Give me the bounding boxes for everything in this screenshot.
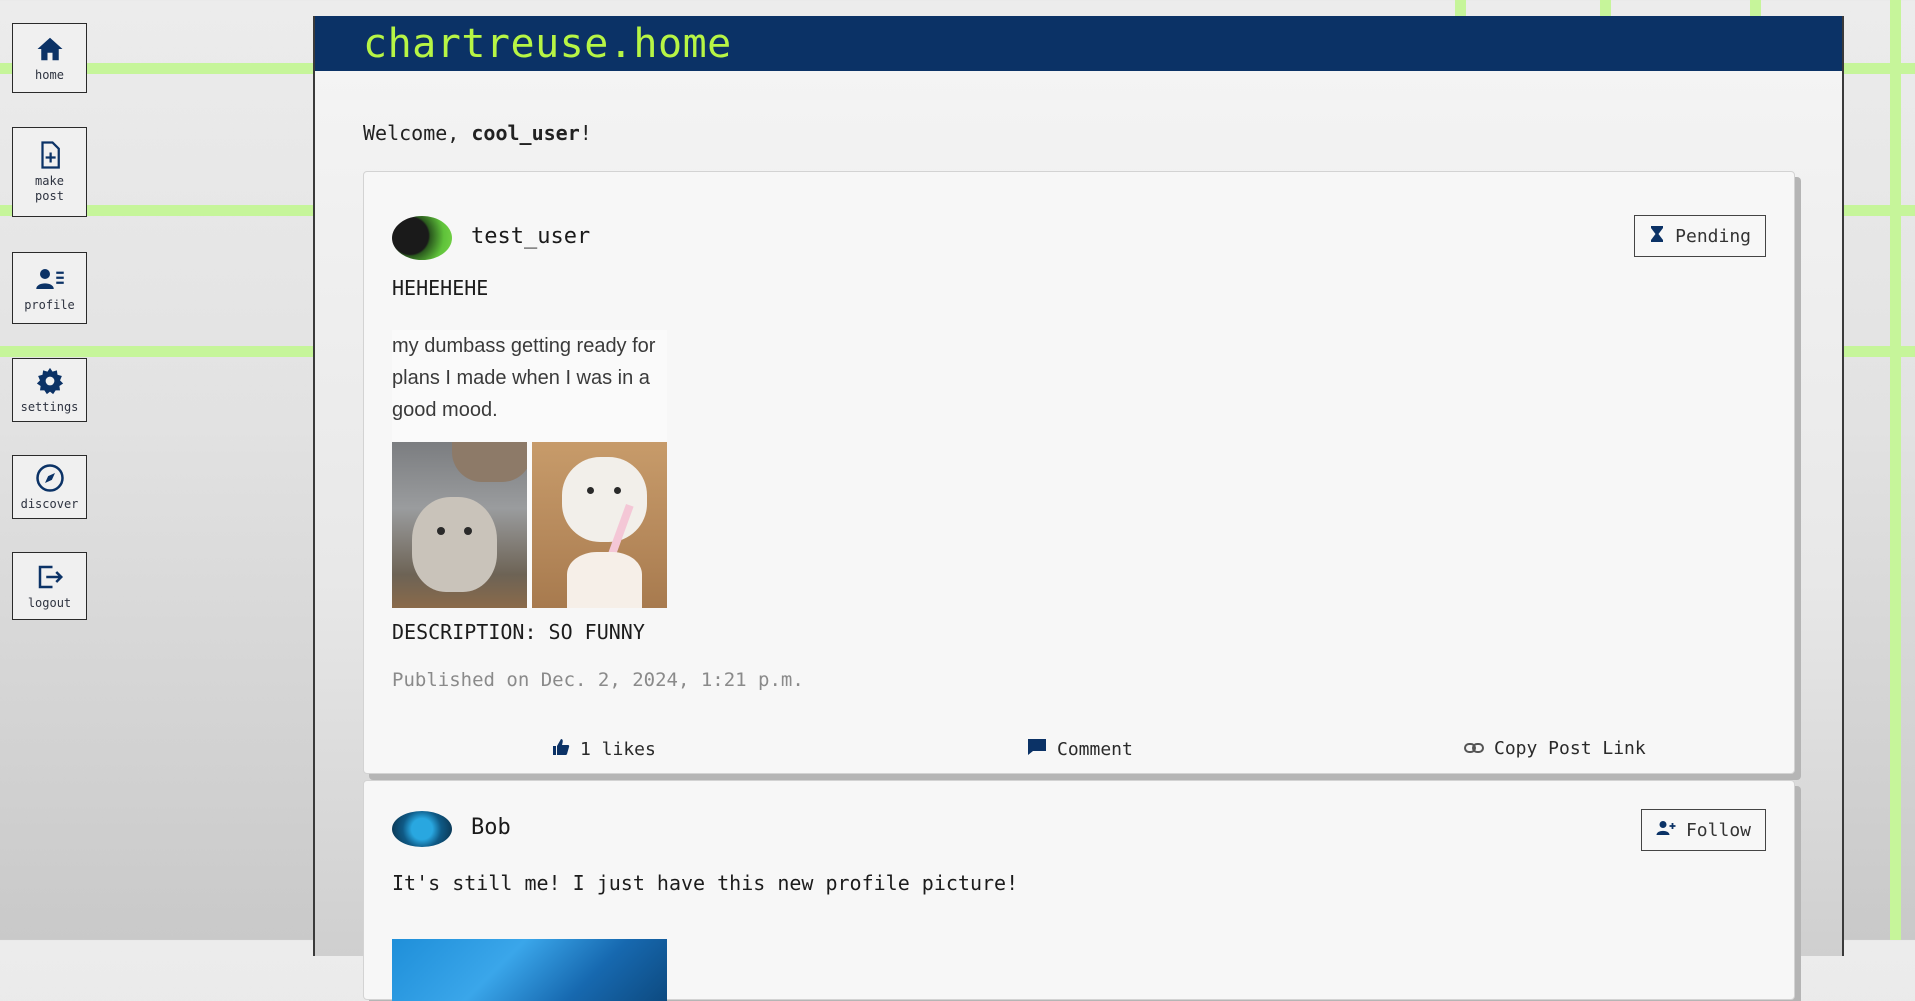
thumbs-up-icon <box>552 738 570 761</box>
nav-discover-button[interactable]: discover <box>12 455 87 519</box>
nav-home-button[interactable]: home <box>12 23 87 93</box>
main-content: chartreuse.home Welcome, cool_user! test… <box>313 16 1844 1001</box>
avatar[interactable] <box>392 811 452 847</box>
background-grid-line <box>1844 346 1915 357</box>
hourglass-icon <box>1649 225 1665 248</box>
post-description: DESCRIPTION: SO FUNNY <box>392 620 645 644</box>
nav-settings-button[interactable]: settings <box>12 358 87 422</box>
post-image[interactable] <box>392 939 667 1001</box>
background-grid-line <box>1455 0 1466 16</box>
comment-icon <box>1027 738 1047 761</box>
follow-label: Follow <box>1685 819 1751 841</box>
published-timestamp: Published on Dec. 2, 2024, 1:21 p.m. <box>392 669 804 691</box>
background-grid-line <box>1600 0 1611 16</box>
nav-label: logout <box>27 595 72 610</box>
avatar[interactable] <box>392 216 452 260</box>
welcome-message: Welcome, cool_user! <box>363 121 592 145</box>
meme-photo-cat-shower <box>392 442 527 608</box>
site-brand[interactable]: chartreuse.home <box>363 21 732 67</box>
logout-icon <box>35 562 65 596</box>
header-bar: chartreuse.home <box>315 16 1842 71</box>
gear-icon <box>35 366 65 400</box>
background-grid-line <box>1890 0 1901 940</box>
comment-button[interactable]: Comment <box>1027 738 1133 761</box>
file-plus-icon <box>35 140 65 174</box>
background-grid-line <box>1844 63 1915 74</box>
post-text: HEHEHEHE <box>392 276 489 300</box>
house-icon <box>35 34 65 68</box>
meme-photos <box>392 442 667 608</box>
nav-label: home <box>35 67 64 82</box>
nav-label: settings <box>20 399 79 414</box>
post-author[interactable]: test_user <box>471 224 590 249</box>
background-grid-line <box>1844 205 1915 216</box>
post-card: Bob Follow It's still me! I just have th… <box>363 780 1795 1001</box>
welcome-suffix: ! <box>579 121 592 145</box>
likes-count: 1 likes <box>580 739 656 760</box>
nav-label: post <box>35 189 64 203</box>
nav-make-post-button[interactable]: make post <box>12 127 87 217</box>
post-image[interactable]: my dumbass getting ready for plans I mad… <box>392 330 667 608</box>
welcome-prefix: Welcome, <box>363 121 472 145</box>
link-icon <box>1464 738 1484 759</box>
status-label: Pending <box>1675 225 1751 247</box>
user-list-icon <box>35 264 65 298</box>
background-grid-line <box>0 346 313 357</box>
compass-icon <box>35 463 65 497</box>
nav-profile-button[interactable]: profile <box>12 252 87 324</box>
pending-button[interactable]: Pending <box>1634 215 1766 257</box>
like-button[interactable]: 1 likes <box>552 738 656 761</box>
meme-caption: my dumbass getting ready for plans I mad… <box>392 335 656 421</box>
post-card: test_user Pending HEHEHEHE my dumbass ge… <box>363 171 1795 774</box>
meme-photo-cat-toothbrush <box>532 442 667 608</box>
user-plus-icon <box>1656 820 1676 841</box>
nav-label: profile <box>24 297 75 312</box>
background-grid-line <box>1750 0 1761 16</box>
post-author[interactable]: Bob <box>471 815 511 840</box>
post-text: It's still me! I just have this new prof… <box>392 871 1019 895</box>
nav-logout-button[interactable]: logout <box>12 552 87 620</box>
current-username: cool_user <box>471 121 580 145</box>
comment-label: Comment <box>1057 739 1133 760</box>
follow-button[interactable]: Follow <box>1640 809 1766 851</box>
copy-post-link-button[interactable]: Copy Post Link <box>1464 738 1646 759</box>
nav-label: discover <box>20 496 79 511</box>
nav-label: make <box>35 174 64 188</box>
copy-link-label: Copy Post Link <box>1494 738 1646 759</box>
